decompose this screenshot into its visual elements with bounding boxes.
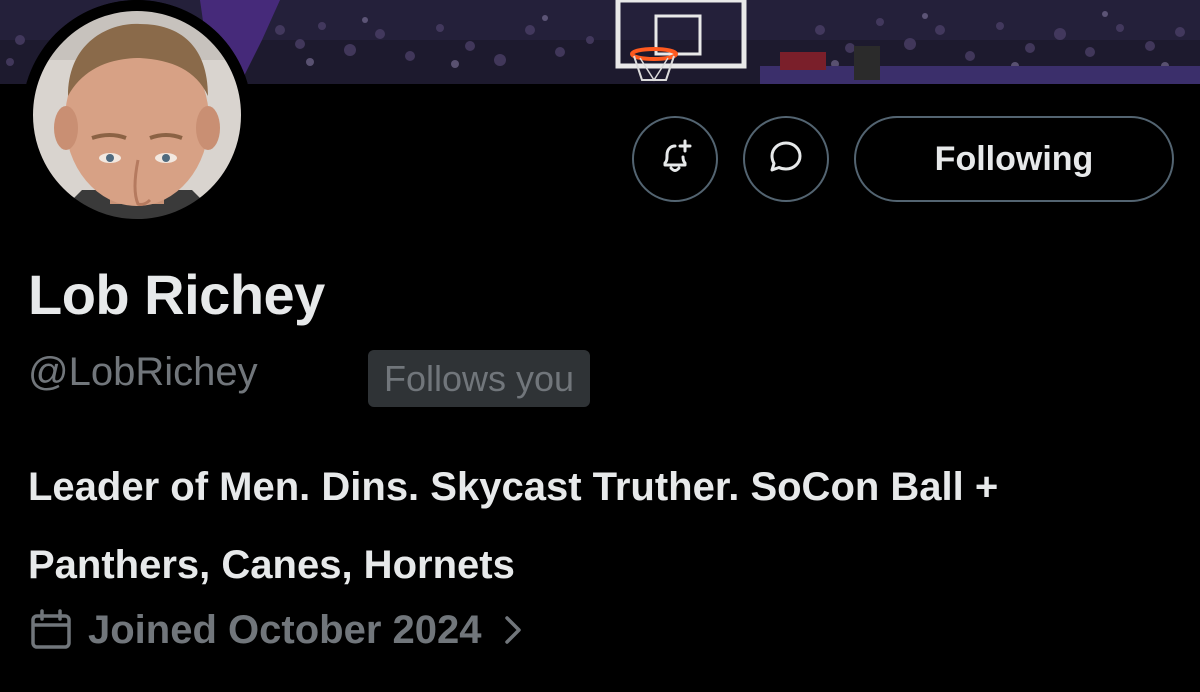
chat-bubble-icon (766, 137, 806, 182)
profile-bio: Leader of Men. Dins. Skycast Truther. So… (28, 465, 999, 587)
notifications-button[interactable] (632, 116, 718, 202)
profile-avatar[interactable] (22, 0, 252, 230)
display-name: Lob Richey (28, 263, 325, 326)
bell-plus-icon (655, 137, 695, 182)
following-button[interactable]: Following (854, 116, 1174, 202)
calendar-icon (28, 607, 74, 653)
follows-you-badge: Follows you (368, 350, 591, 407)
username-handle: @LobRichey (28, 350, 258, 394)
avatar-image (22, 0, 252, 230)
message-button[interactable] (743, 116, 829, 202)
joined-date-link[interactable]: Joined October 2024 (28, 600, 523, 660)
joined-date-text: Joined October 2024 (88, 607, 482, 652)
chevron-right-icon (503, 614, 523, 646)
